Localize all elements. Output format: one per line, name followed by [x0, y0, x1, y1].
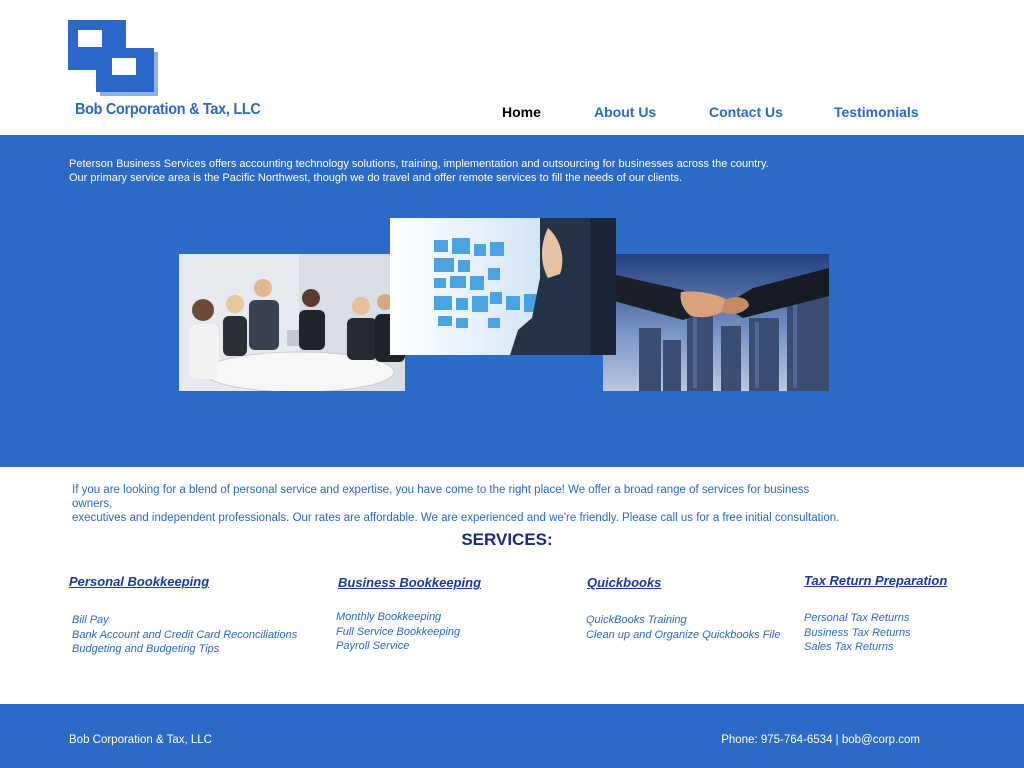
service-list-personal-bookkeeping: Bill Pay Bank Account and Credit Card Re…	[72, 613, 297, 657]
service-list-business-bookkeeping: Monthly Bookkeeping Full Service Bookkee…	[336, 610, 460, 654]
footer-contact-info[interactable]: Phone: 975-764-6534 | bob@corp.com	[721, 734, 920, 746]
nav-testimonials[interactable]: Testimonials	[834, 104, 919, 120]
service-list-quickbooks: QuickBooks Training Clean up and Organiz…	[586, 613, 780, 642]
nav-contact-us[interactable]: Contact Us	[709, 104, 783, 120]
nav-about-us[interactable]: About Us	[594, 104, 656, 120]
hero-banner: Peterson Business Services offers accoun…	[0, 135, 1024, 467]
service-item[interactable]: QuickBooks Training	[586, 613, 780, 628]
service-heading-personal-bookkeeping[interactable]: Personal Bookkeeping	[69, 574, 209, 589]
service-item[interactable]: Budgeting and Budgeting Tips	[72, 642, 297, 657]
service-item[interactable]: Payroll Service	[336, 639, 460, 654]
service-item[interactable]: Monthly Bookkeeping	[336, 610, 460, 625]
site-header: Bob Corporation & Tax, LLC Home About Us…	[0, 0, 1024, 135]
service-item[interactable]: Sales Tax Returns	[804, 640, 911, 655]
company-logo-icon[interactable]	[68, 20, 158, 98]
hero-text: Peterson Business Services offers accoun…	[69, 157, 949, 185]
intro-text: If you are looking for a blend of person…	[72, 483, 852, 525]
handshake-photo	[603, 254, 829, 391]
service-item[interactable]: Business Tax Returns	[804, 626, 911, 641]
service-heading-business-bookkeeping[interactable]: Business Bookkeeping	[338, 575, 481, 590]
hero-text-line: Our primary service area is the Pacific …	[69, 172, 683, 184]
service-item[interactable]: Bill Pay	[72, 613, 297, 628]
intro-text-line: executives and independent professionals…	[72, 512, 840, 524]
footer-company-name: Bob Corporation & Tax, LLC	[69, 734, 212, 746]
digital-interface-photo	[390, 218, 616, 355]
business-meeting-photo	[179, 254, 405, 391]
service-item[interactable]: Full Service Bookkeeping	[336, 625, 460, 640]
site-footer: Bob Corporation & Tax, LLC Phone: 975-76…	[0, 704, 1024, 768]
main-nav: Home About Us Contact Us Testimonials	[0, 104, 1024, 124]
service-heading-quickbooks[interactable]: Quickbooks	[587, 575, 661, 590]
service-list-tax-return-preparation: Personal Tax Returns Business Tax Return…	[804, 611, 911, 655]
service-item[interactable]: Personal Tax Returns	[804, 611, 911, 626]
nav-home[interactable]: Home	[502, 104, 541, 120]
services-title: SERVICES:	[461, 530, 553, 549]
logo-square-front	[96, 48, 154, 92]
service-heading-tax-return-preparation[interactable]: Tax Return Preparation	[804, 573, 947, 588]
service-item[interactable]: Clean up and Organize Quickbooks File	[586, 628, 780, 643]
service-item[interactable]: Bank Account and Credit Card Reconciliat…	[72, 628, 297, 643]
intro-text-line: If you are looking for a blend of person…	[72, 484, 810, 510]
hero-text-line: Peterson Business Services offers accoun…	[69, 158, 769, 170]
